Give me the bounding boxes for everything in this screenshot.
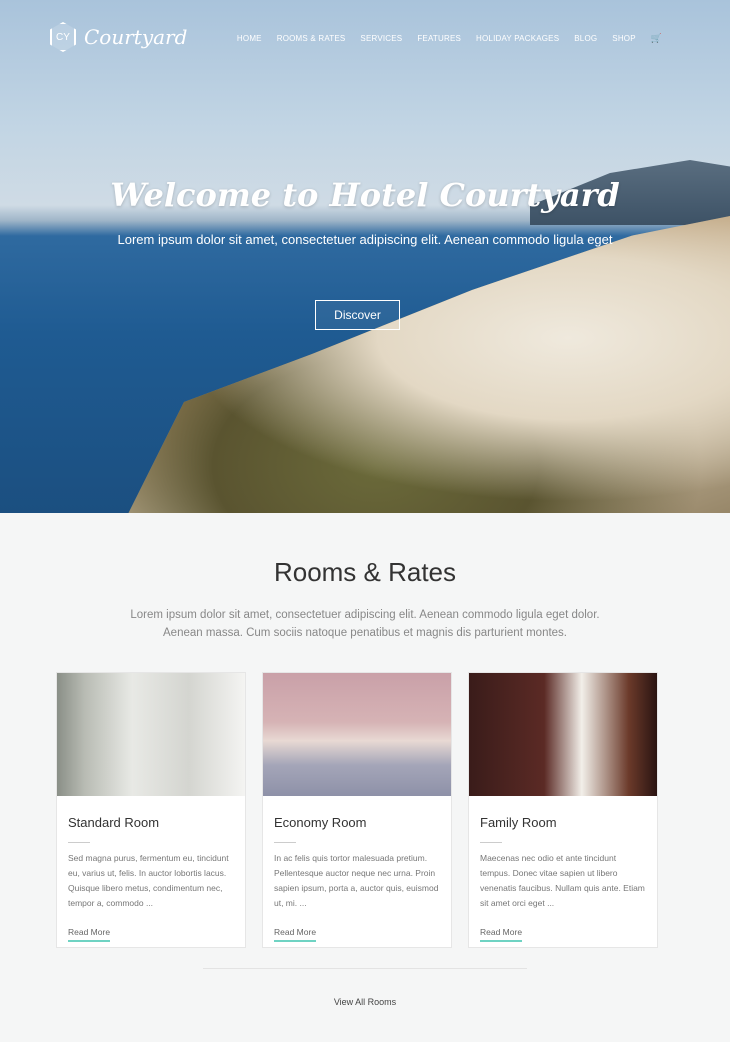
room-card: Economy Room In ac felis quis tortor mal… xyxy=(262,672,452,948)
cart-icon[interactable]: 🛒 xyxy=(651,33,662,44)
room-card: Standard Room Sed magna purus, fermentum… xyxy=(56,672,246,948)
logo[interactable]: CY Courtyard xyxy=(50,22,187,52)
section-title: Rooms & Rates xyxy=(273,557,457,587)
room-image[interactable] xyxy=(57,673,245,796)
desc-line-1: Lorem ipsum dolor sit amet, consectetuer… xyxy=(130,609,600,621)
logo-mark: CY xyxy=(50,22,76,52)
brand-name: Courtyard xyxy=(84,25,188,49)
read-more-link[interactable]: Read More xyxy=(68,927,111,942)
nav-blog[interactable]: BLOG xyxy=(574,34,597,43)
desc-line-2: Aenean massa. Cum sociis natoque penatib… xyxy=(163,627,567,639)
nav-shop[interactable]: SHOP xyxy=(612,34,635,43)
room-card: Family Room Maecenas nec odio et ante ti… xyxy=(468,672,658,948)
room-name[interactable]: Economy Room xyxy=(274,815,451,830)
hero-title: Welcome to Hotel Courtyard xyxy=(110,176,620,214)
main-nav: HOME ROOMS & RATES SERVICES FEATURES HOL… xyxy=(237,33,662,44)
room-name[interactable]: Family Room xyxy=(480,815,657,830)
room-name[interactable]: Standard Room xyxy=(68,815,245,830)
room-text: Maecenas nec odio et ante tincidunt temp… xyxy=(480,853,645,908)
nav-home[interactable]: HOME xyxy=(237,34,262,43)
room-image[interactable] xyxy=(263,673,451,796)
read-more-link[interactable]: Read More xyxy=(274,927,317,942)
divider xyxy=(274,842,296,843)
view-all-rooms-link[interactable]: View All Rooms xyxy=(0,997,730,1007)
divider xyxy=(480,842,502,843)
nav-holiday-packages[interactable]: HOLIDAY PACKAGES xyxy=(476,34,559,43)
nav-rooms-rates[interactable]: ROOMS & RATES xyxy=(277,34,346,43)
room-cards: Standard Room Sed magna purus, fermentum… xyxy=(56,672,730,948)
room-image[interactable] xyxy=(469,673,657,796)
hero-subtitle: Lorem ipsum dolor sit amet, consectetuer… xyxy=(117,232,613,247)
room-text: In ac felis quis tortor malesuada pretiu… xyxy=(274,853,439,908)
discover-button[interactable]: Discover xyxy=(315,300,400,330)
nav-features[interactable]: FEATURES xyxy=(417,34,461,43)
nav-services[interactable]: SERVICES xyxy=(360,34,402,43)
read-more-link[interactable]: Read More xyxy=(480,927,523,942)
divider xyxy=(68,842,90,843)
section-divider xyxy=(203,968,527,969)
section-description: Lorem ipsum dolor sit amet, consectetuer… xyxy=(0,606,730,642)
room-text: Sed magna purus, fermentum eu, tincidunt… xyxy=(68,853,229,908)
hero-image-town xyxy=(120,210,730,513)
hero: CY Courtyard HOME ROOMS & RATES SERVICES… xyxy=(0,0,730,513)
